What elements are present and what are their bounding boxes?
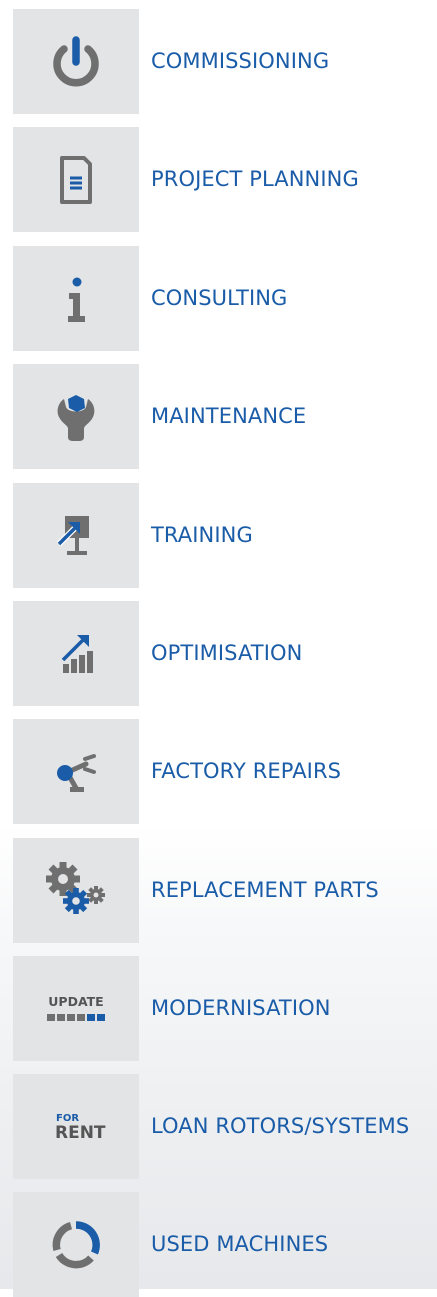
service-tile [13, 601, 139, 706]
service-tile [13, 127, 139, 232]
gears-icon [38, 857, 114, 925]
service-item-project-planning[interactable]: PROJECT PLANNING [13, 127, 433, 232]
service-item-maintenance[interactable]: MAINTENANCE [13, 364, 433, 469]
presentation-icon [46, 506, 106, 566]
service-item-replacement-parts[interactable]: REPLACEMENT PARTS [13, 838, 433, 943]
recycle-icon [46, 1215, 106, 1275]
service-tile [13, 483, 139, 588]
info-icon [46, 269, 106, 329]
growth-chart-icon [46, 624, 106, 684]
service-tile [13, 719, 139, 824]
power-icon [46, 32, 106, 92]
for-rent-icon-bottom: RENT [55, 1123, 106, 1143]
service-tile [13, 838, 139, 943]
service-item-factory-repairs[interactable]: FACTORY REPAIRS [13, 719, 433, 824]
update-icon-text: UPDATE [48, 994, 103, 1009]
service-label: MAINTENANCE [151, 404, 307, 428]
for-rent-icon: FOR RENT [41, 1107, 111, 1147]
service-tile: UPDATE [13, 956, 139, 1061]
service-label: USED MACHINES [151, 1232, 329, 1256]
service-label: OPTIMISATION [151, 641, 303, 665]
service-label: CONSULTING [151, 286, 288, 310]
service-list: COMMISSIONING PROJECT PLANNING CONSULTIN… [0, 0, 437, 1297]
service-item-loan-rotors-systems[interactable]: FOR RENT LOAN ROTORS/SYSTEMS [13, 1074, 433, 1179]
service-item-training[interactable]: TRAINING [13, 483, 433, 588]
service-label: REPLACEMENT PARTS [151, 878, 379, 902]
document-icon [46, 150, 106, 210]
service-tile [13, 1192, 139, 1297]
service-item-consulting[interactable]: CONSULTING [13, 246, 433, 351]
service-tile [13, 9, 139, 114]
service-label: PROJECT PLANNING [151, 167, 359, 191]
service-label: MODERNISATION [151, 996, 331, 1020]
service-item-commissioning[interactable]: COMMISSIONING [13, 9, 433, 114]
service-label: LOAN ROTORS/SYSTEMS [151, 1114, 410, 1138]
service-item-optimisation[interactable]: OPTIMISATION [13, 601, 433, 706]
robot-arm-icon [46, 742, 106, 802]
service-label: FACTORY REPAIRS [151, 759, 342, 783]
update-icon: UPDATE [31, 989, 121, 1029]
service-label: COMMISSIONING [151, 49, 330, 73]
service-tile: FOR RENT [13, 1074, 139, 1179]
service-tile [13, 246, 139, 351]
service-item-modernisation[interactable]: UPDATE MODERNISATION [13, 956, 433, 1061]
service-label: TRAINING [151, 523, 253, 547]
service-tile [13, 364, 139, 469]
service-item-used-machines[interactable]: USED MACHINES [13, 1192, 433, 1297]
wrench-icon [46, 387, 106, 447]
